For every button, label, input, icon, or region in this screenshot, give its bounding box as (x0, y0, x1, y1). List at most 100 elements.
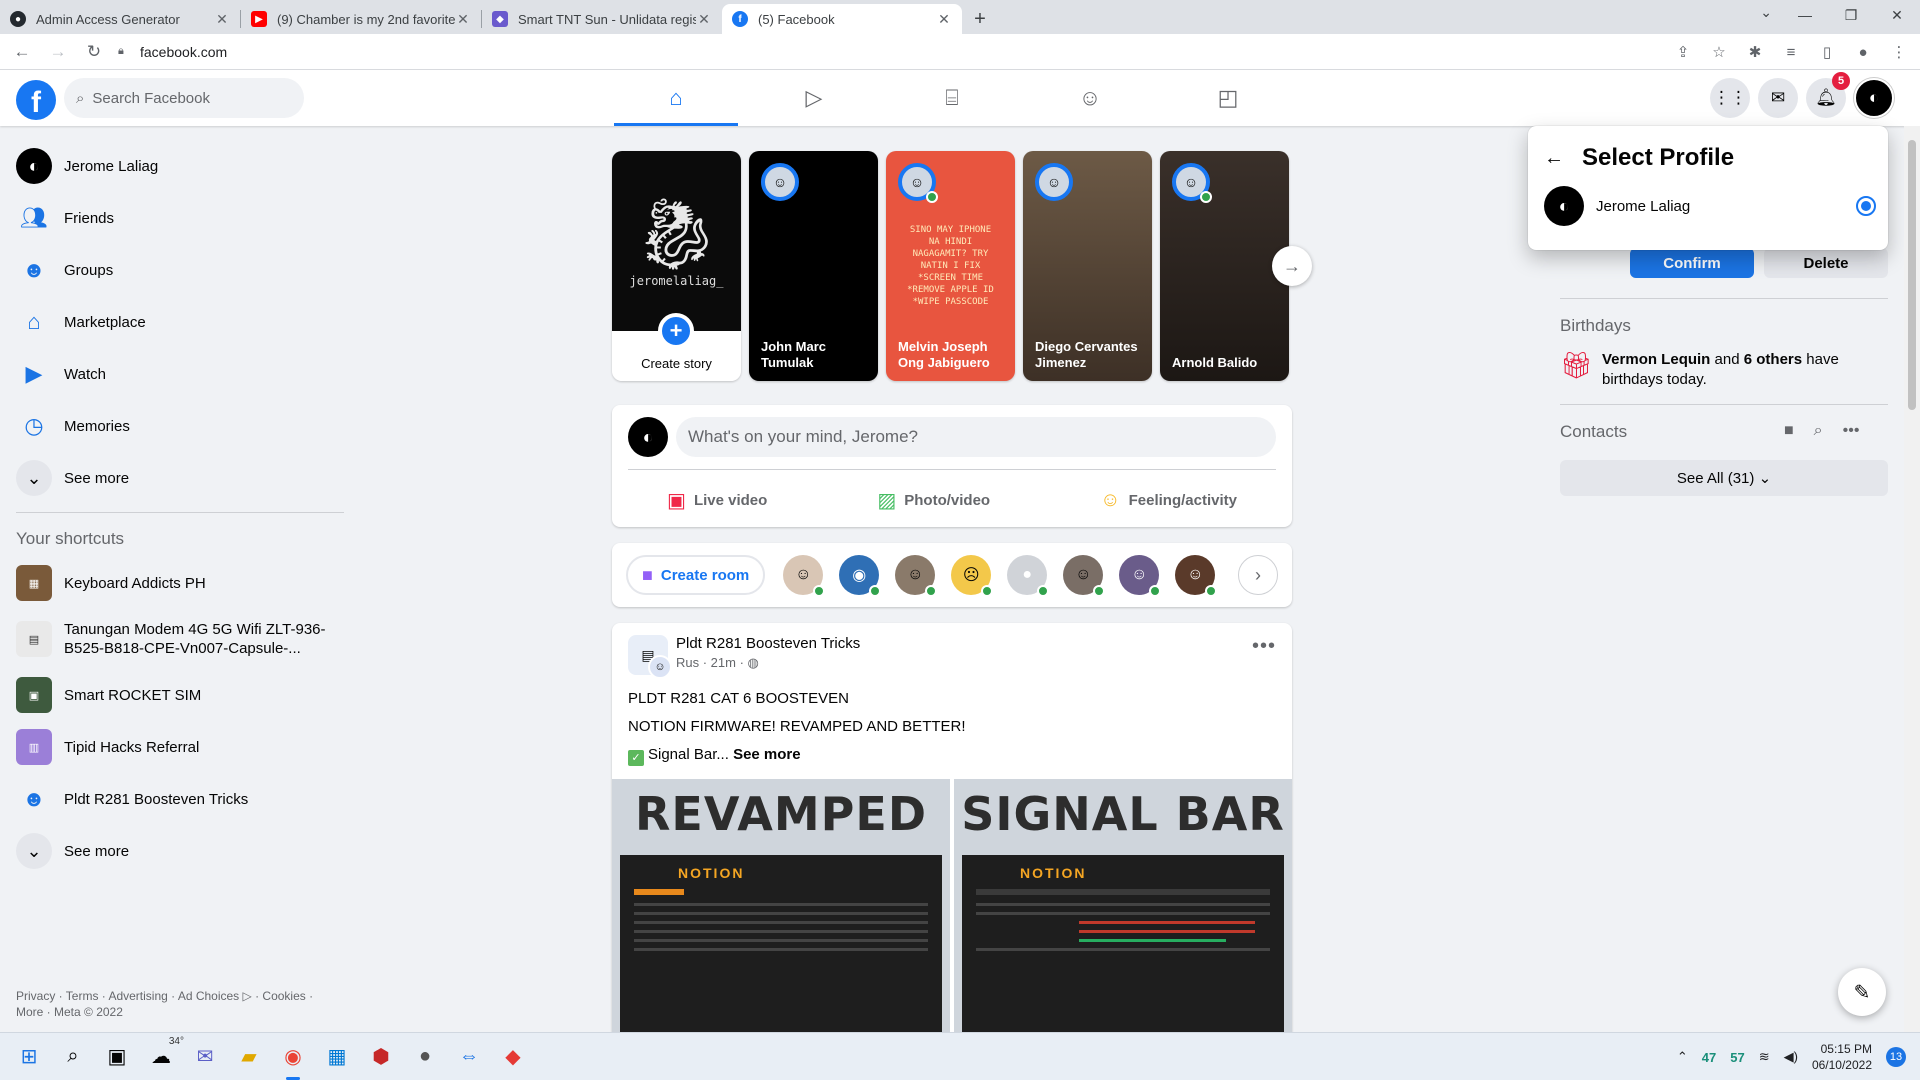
home-tab-icon[interactable]: ⌂ (614, 70, 738, 126)
search-bar[interactable]: ⌕ (64, 78, 304, 118)
wifi-icon[interactable]: ≋ (1759, 1049, 1770, 1065)
groups-tab-icon[interactable]: ☺ (1028, 70, 1152, 126)
shortcuts-see-more[interactable]: ⌄ See more (8, 825, 348, 877)
shortcut-smart-rocket[interactable]: ▣ Smart ROCKET SIM (8, 669, 348, 721)
footer-links[interactable]: Privacy · Terms · Advertising · Ad Choic… (16, 988, 336, 1020)
chrome-icon[interactable]: ◉ (278, 1042, 308, 1080)
close-tab-icon[interactable]: ✕ (214, 11, 230, 28)
search-icon[interactable]: ⌕ (1814, 422, 1823, 440)
post-page-name[interactable]: Pldt R281 Boosteven Tricks (676, 635, 860, 652)
maximize-button[interactable]: ❐ (1828, 0, 1874, 30)
post-images[interactable]: REVAMPED NOTION SIGNAL BAR NOTION (612, 779, 1292, 1033)
close-tab-icon[interactable]: ✕ (455, 11, 471, 28)
back-icon[interactable]: ← (8, 42, 36, 62)
contact-avatar[interactable]: ☹ (951, 555, 994, 597)
chevron-up-icon[interactable]: ⌃ (1677, 1049, 1688, 1065)
feeling-activity-button[interactable]: ☺ Feeling/activity (1084, 480, 1253, 520)
contact-avatar[interactable]: ☺ (1175, 555, 1218, 597)
page-avatar[interactable]: ▤ ☺ (628, 635, 672, 679)
sidebar-item-profile[interactable]: ◐ Jerome Laliag (8, 140, 348, 192)
url-field[interactable]: 🔒︎ facebook.com (118, 44, 227, 60)
profile-radio[interactable] (1856, 196, 1876, 216)
delete-button[interactable]: Delete (1764, 248, 1888, 278)
facebook-logo-icon[interactable]: f (16, 80, 56, 120)
shortcut-tanungan-modem[interactable]: ▤ Tanungan Modem 4G 5G Wifi ZLT-936-B525… (8, 609, 348, 669)
post-image[interactable]: REVAMPED NOTION (612, 779, 950, 1033)
anydesk-icon[interactable]: ◆ (498, 1042, 528, 1072)
chat-icon[interactable]: ✉ (190, 1042, 220, 1072)
file-explorer-icon[interactable]: ▰ (234, 1042, 264, 1072)
close-tab-icon[interactable]: ✕ (936, 11, 952, 28)
new-message-icon[interactable]: ✎ (1838, 968, 1886, 1016)
clock[interactable]: 05:15 PM 06/10/2022 (1812, 1041, 1872, 1073)
notification-center-badge[interactable]: 13 (1886, 1047, 1906, 1067)
post-options-icon[interactable]: ••• (1252, 635, 1276, 658)
close-tab-icon[interactable]: ✕ (696, 11, 712, 28)
apple-icon[interactable]: ● (410, 1042, 440, 1072)
extensions-icon[interactable]: ✱ (1744, 43, 1766, 61)
live-video-button[interactable]: ▣ Live video (651, 480, 783, 520)
contact-avatar[interactable]: ☺ (1063, 555, 1106, 597)
stories-next-arrow-icon[interactable]: → (1272, 246, 1312, 286)
task-view-icon[interactable]: ▣ (102, 1042, 132, 1072)
see-more-link[interactable]: See more (733, 746, 801, 763)
scrollbar-thumb[interactable] (1908, 140, 1916, 410)
sidebar-see-more[interactable]: ⌄ See more (8, 452, 348, 504)
tab-admin-access[interactable]: ● Admin Access Generator ✕ (0, 4, 240, 34)
sidebar-item-groups[interactable]: ☻ Groups (8, 244, 348, 296)
sidebar-item-memories[interactable]: ◷ Memories (8, 400, 348, 452)
add-story-icon[interactable]: + (658, 313, 694, 349)
browser-menu-icon[interactable]: ⋮ (1888, 43, 1910, 61)
see-all-contacts-button[interactable]: See All (31) ⌄ (1560, 460, 1888, 496)
sidebar-item-watch[interactable]: ▶ Watch (8, 348, 348, 400)
shortcut-keyboard-addicts[interactable]: ▦ Keyboard Addicts PH (8, 557, 348, 609)
contact-avatar[interactable]: ● (1007, 555, 1050, 597)
new-room-icon[interactable]: ■ (1784, 422, 1794, 440)
create-room-button[interactable]: ■ Create room (626, 555, 766, 595)
app-icon[interactable]: ⬢ (366, 1042, 396, 1072)
sidebar-item-friends[interactable]: 👥︎ Friends (8, 192, 348, 244)
forward-icon[interactable]: → (44, 42, 72, 62)
lock-icon[interactable]: 🔒︎ (118, 45, 132, 58)
profile-option[interactable]: ◐ Jerome Laliag (1528, 172, 1888, 226)
share-icon[interactable]: ⇪ (1672, 43, 1694, 61)
composer-input[interactable]: What's on your mind, Jerome? (676, 417, 1276, 457)
new-tab-button[interactable]: + (962, 4, 998, 34)
shortcut-tipid-hacks[interactable]: ▥ Tipid Hacks Referral (8, 721, 348, 773)
minimize-button[interactable]: — (1782, 0, 1828, 30)
sidebar-item-marketplace[interactable]: ⌂ Marketplace (8, 296, 348, 348)
confirm-button[interactable]: Confirm (1630, 248, 1754, 278)
birthday-notice[interactable]: 🎁︎ Vermon Lequin and 6 others have birth… (1560, 350, 1888, 390)
search-icon[interactable]: ⌕ (58, 1042, 88, 1072)
story-card[interactable]: SINO MAY IPHONE NA HINDI NAGAGAMIT? TRY … (886, 151, 1015, 381)
marketplace-tab-icon[interactable]: ⌸ (890, 70, 1014, 126)
tray-value[interactable]: 47 (1702, 1050, 1716, 1065)
windows-start-icon[interactable]: ⊞ (14, 1042, 44, 1072)
rooms-next-arrow-icon[interactable]: › (1238, 555, 1278, 595)
more-options-icon[interactable]: ••• (1843, 422, 1860, 440)
watch-tab-icon[interactable]: ▷ (752, 70, 876, 126)
bookmark-star-icon[interactable]: ☆ (1708, 43, 1730, 61)
avatar[interactable]: ◐ (628, 417, 668, 457)
post-image[interactable]: SIGNAL BAR NOTION (954, 779, 1292, 1033)
tab-facebook[interactable]: f (5) Facebook ✕ (722, 4, 962, 34)
story-card[interactable]: ☺ Arnold Balido (1160, 151, 1289, 381)
story-card[interactable]: ☺ John Marc Tumulak (749, 151, 878, 381)
store-icon[interactable]: ▦ (322, 1042, 352, 1072)
gaming-tab-icon[interactable]: ◰ (1166, 70, 1290, 126)
tab-youtube[interactable]: ▶ (9) Chamber is my 2nd favorite a ✕ (241, 4, 481, 34)
contact-avatar[interactable]: ☺ (895, 555, 938, 597)
weather-icon[interactable]: ☁ 34° (146, 1036, 184, 1072)
contact-avatar[interactable]: ☺ (1119, 555, 1162, 597)
teamviewer-icon[interactable]: ⇔ (454, 1042, 484, 1072)
story-card[interactable]: ☺ Diego Cervantes Jimenez (1023, 151, 1152, 381)
contact-avatar[interactable]: ◉ (839, 555, 882, 597)
shortcut-pldt-r281[interactable]: ☻ Pldt R281 Boosteven Tricks (8, 773, 348, 825)
profile-icon[interactable]: ● (1852, 44, 1874, 61)
close-window-button[interactable]: ✕ (1874, 0, 1920, 30)
reload-icon[interactable]: ↻ (80, 42, 108, 62)
messenger-icon[interactable]: ✉ (1758, 78, 1798, 118)
account-avatar[interactable]: ◐ (1854, 78, 1894, 118)
tab-search-icon[interactable]: ⌄ (1760, 4, 1772, 21)
search-input[interactable] (92, 89, 273, 107)
